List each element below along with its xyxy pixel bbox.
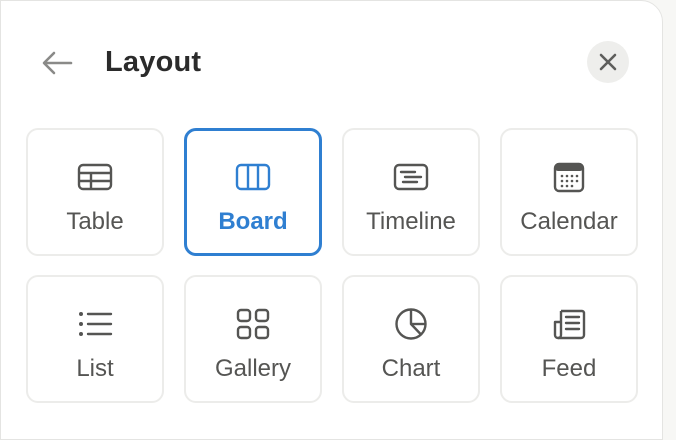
layout-option-calendar[interactable]: Calendar [500, 128, 638, 256]
calendar-icon [550, 158, 588, 196]
layout-option-feed[interactable]: Feed [500, 275, 638, 403]
layout-option-label: Calendar [520, 208, 618, 235]
panel-title: Layout [105, 46, 202, 78]
back-button[interactable] [37, 43, 77, 83]
layout-option-chart[interactable]: Chart [342, 275, 480, 403]
table-icon [76, 158, 114, 196]
arrow-left-icon [42, 51, 73, 75]
layout-options-grid: Table Board Timeline Calendar List Galle… [26, 128, 638, 403]
feed-icon [550, 305, 588, 343]
layout-option-label: Timeline [366, 208, 456, 235]
close-icon [599, 53, 617, 71]
layout-option-label: Chart [381, 355, 441, 382]
layout-option-timeline[interactable]: Timeline [342, 128, 480, 256]
layout-option-label: Board [218, 208, 288, 235]
layout-option-board[interactable]: Board [184, 128, 322, 256]
layout-option-table[interactable]: Table [26, 128, 164, 256]
list-icon [76, 305, 114, 343]
board-icon [234, 158, 272, 196]
layout-option-list[interactable]: List [26, 275, 164, 403]
layout-option-gallery[interactable]: Gallery [184, 275, 322, 403]
layout-panel: Layout Table Board Timeline Calendar Lis… [0, 0, 663, 440]
timeline-icon [392, 158, 430, 196]
layout-option-label: Gallery [214, 355, 292, 382]
close-button[interactable] [587, 41, 629, 83]
layout-option-label: List [76, 355, 114, 382]
chart-icon [392, 305, 430, 343]
layout-option-label: Feed [541, 355, 597, 382]
gallery-icon [234, 305, 272, 343]
layout-option-label: Table [66, 208, 124, 235]
